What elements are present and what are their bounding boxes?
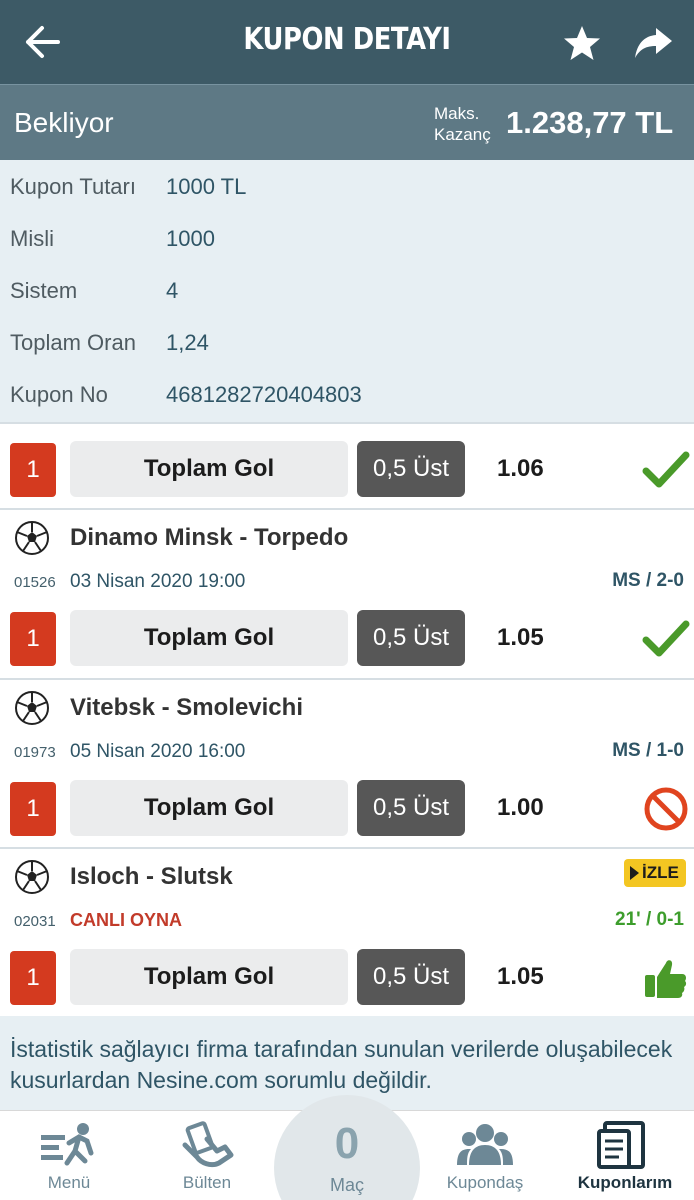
bet-row[interactable]: 1 Toplam Gol 0,5 Üst 1.05 bbox=[0, 610, 694, 670]
coupons-icon bbox=[597, 1121, 645, 1169]
info-key: Toplam Oran bbox=[10, 330, 136, 355]
play-icon bbox=[630, 866, 639, 880]
bet-number-badge: 1 bbox=[10, 951, 56, 1005]
thumbs-up-icon bbox=[645, 960, 687, 998]
match-date: 05 Nisan 2020 16:00 bbox=[70, 741, 246, 762]
market-label: Toplam Gol bbox=[70, 949, 348, 1005]
match-code: 01973 bbox=[14, 744, 56, 761]
bet-row[interactable]: 1 Toplam Gol 0,5 Üst 1.06 bbox=[0, 441, 694, 501]
bet-row[interactable]: 1 Toplam Gol 0,5 Üst 1.05 bbox=[0, 949, 694, 1009]
share-icon[interactable] bbox=[632, 24, 674, 62]
info-key: Kupon No bbox=[10, 382, 108, 407]
bet-row[interactable]: 1 Toplam Gol 0,5 Üst 1.00 bbox=[0, 780, 694, 840]
odd-value: 1.05 bbox=[497, 963, 544, 990]
checkmark-icon bbox=[642, 451, 690, 488]
odd-value: 1.00 bbox=[497, 794, 544, 821]
match-name: Vitebsk - Smolevichi bbox=[70, 694, 303, 721]
menu-runner-icon bbox=[41, 1123, 94, 1166]
info-value: 1,24 bbox=[166, 330, 209, 355]
bet-number-badge: 1 bbox=[10, 443, 56, 497]
disclaimer-text: İstatistik sağlayıcı firma tarafından su… bbox=[10, 1036, 673, 1093]
match-header[interactable]: Isloch - Slutsk İZLE bbox=[0, 857, 694, 897]
match-score: MS / 2-0 bbox=[612, 570, 684, 591]
divider bbox=[0, 422, 694, 424]
tab-label: Bülten bbox=[182, 1173, 232, 1192]
watch-live-badge[interactable]: İZLE bbox=[624, 859, 686, 887]
match-meta: 01526 03 Nisan 2020 19:00 MS / 2-0 bbox=[0, 568, 694, 594]
info-value: 4681282720404803 bbox=[166, 382, 362, 407]
match-date: 03 Nisan 2020 19:00 bbox=[70, 571, 246, 592]
soccer-ball-icon bbox=[15, 521, 49, 555]
top-app-bar: KUPON DETAYI bbox=[0, 0, 694, 84]
match-header[interactable]: Vitebsk - Smolevichi bbox=[0, 688, 694, 728]
tab-label: Menü bbox=[47, 1173, 91, 1192]
pick-label: 0,5 Üst bbox=[357, 610, 465, 666]
tab-coupon-friends[interactable]: Kupondaş bbox=[416, 1111, 554, 1200]
max-win-amount: 1.238,77 TL bbox=[506, 105, 674, 140]
tab-label: Maç bbox=[329, 1175, 364, 1195]
info-value: 4 bbox=[166, 278, 179, 303]
info-row-amount: Kupon Tutarı 1000 TL bbox=[0, 160, 694, 212]
status-label: Bekliyor bbox=[14, 107, 114, 138]
market-label: Toplam Gol bbox=[70, 610, 348, 666]
bet-number-badge: 1 bbox=[10, 782, 56, 836]
info-row-coupon-no: Kupon No 4681282720404803 bbox=[0, 368, 694, 420]
group-users-icon bbox=[457, 1124, 513, 1165]
pick-label: 0,5 Üst bbox=[357, 441, 465, 497]
pick-label: 0,5 Üst bbox=[357, 949, 465, 1005]
bet-number-badge: 1 bbox=[10, 612, 56, 666]
match-code: 02031 bbox=[14, 913, 56, 930]
max-win-label-line1: Maks. bbox=[434, 104, 480, 123]
info-key: Sistem bbox=[10, 278, 78, 303]
match-meta: 02031 CANLI OYNA 21' / 0-1 bbox=[0, 907, 694, 933]
soccer-ball-icon bbox=[15, 860, 49, 894]
market-label: Toplam Gol bbox=[70, 441, 348, 497]
divider bbox=[0, 847, 694, 849]
coupon-status-bar: Bekliyor Maks. Kazanç 1.238,77 TL bbox=[0, 84, 694, 160]
tab-bulletin[interactable]: Bülten bbox=[138, 1111, 276, 1200]
match-code: 01526 bbox=[14, 574, 56, 591]
tab-menu[interactable]: Menü bbox=[0, 1111, 138, 1200]
match-count: 0 bbox=[334, 1119, 360, 1168]
watch-live-label: İZLE bbox=[642, 863, 679, 882]
match-name: Dinamo Minsk - Torpedo bbox=[70, 524, 349, 551]
tab-label: Kuponlarım bbox=[577, 1173, 673, 1192]
market-label: Toplam Gol bbox=[70, 780, 348, 836]
prohibited-icon bbox=[644, 787, 688, 831]
info-value: 1000 TL bbox=[166, 174, 247, 199]
info-key: Kupon Tutarı bbox=[10, 174, 136, 199]
info-row-system: Sistem 4 bbox=[0, 264, 694, 316]
page-title: KUPON DETAYI bbox=[243, 22, 451, 57]
live-play-link[interactable]: CANLI OYNA bbox=[70, 910, 182, 931]
info-value: 1000 bbox=[166, 226, 215, 251]
bottom-tab-bar: Menü Bülten 0 Maç Kupondaş Kuponlarım bbox=[0, 1095, 694, 1200]
coupon-info-panel: Kupon Tutarı 1000 TL Misli 1000 Sistem 4… bbox=[0, 160, 694, 422]
odd-value: 1.05 bbox=[497, 624, 544, 651]
odd-value: 1.06 bbox=[497, 455, 544, 482]
star-icon[interactable] bbox=[562, 24, 602, 62]
match-score: MS / 1-0 bbox=[612, 740, 684, 761]
tab-label: Kupondaş bbox=[446, 1173, 524, 1192]
bulletin-hand-icon bbox=[182, 1121, 234, 1168]
pick-label: 0,5 Üst bbox=[357, 780, 465, 836]
match-score: 21' / 0-1 bbox=[615, 909, 684, 930]
match-header[interactable]: Dinamo Minsk - Torpedo bbox=[0, 518, 694, 558]
match-name: Isloch - Slutsk bbox=[70, 863, 233, 890]
info-row-multiplier: Misli 1000 bbox=[0, 212, 694, 264]
info-row-total-odds: Toplam Oran 1,24 bbox=[0, 316, 694, 368]
soccer-ball-icon bbox=[15, 691, 49, 725]
checkmark-icon bbox=[642, 620, 690, 657]
max-win-label-line2: Kazanç bbox=[434, 125, 491, 144]
max-win-label: Maks. Kazanç bbox=[434, 103, 491, 145]
info-key: Misli bbox=[10, 226, 54, 251]
tab-my-coupons[interactable]: Kuponlarım bbox=[556, 1111, 694, 1200]
match-meta: 01973 05 Nisan 2020 16:00 MS / 1-0 bbox=[0, 738, 694, 764]
divider bbox=[0, 508, 694, 510]
divider bbox=[0, 678, 694, 680]
